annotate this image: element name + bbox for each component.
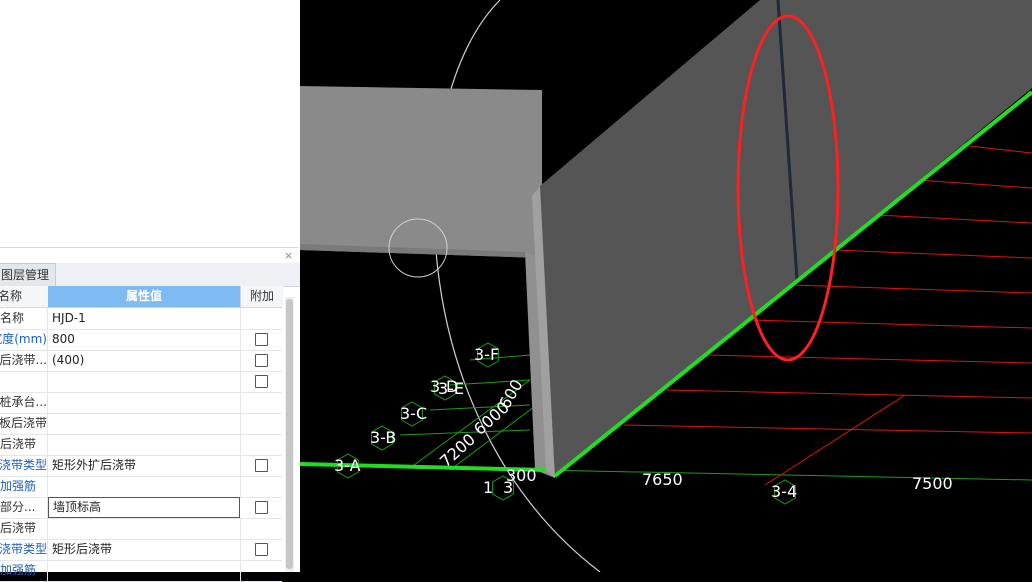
property-name: 板后浇带 bbox=[0, 413, 48, 434]
property-value[interactable] bbox=[48, 413, 241, 434]
property-row[interactable]: 浇带类型 矩形后浇带 bbox=[0, 539, 282, 561]
property-name: 部分... bbox=[0, 497, 48, 518]
property-add-cell bbox=[241, 476, 282, 497]
property-value[interactable] bbox=[48, 434, 241, 455]
property-value[interactable]: 800 bbox=[48, 329, 241, 350]
add-checkbox[interactable] bbox=[255, 375, 268, 388]
slab-left bbox=[300, 86, 542, 258]
grid-header: 名称 属性值 附加 bbox=[0, 286, 283, 308]
panel-separator bbox=[0, 247, 298, 248]
add-checkbox[interactable] bbox=[255, 459, 268, 472]
property-add-cell bbox=[241, 371, 282, 392]
property-add-cell bbox=[241, 308, 282, 329]
property-row[interactable]: 后浇带 bbox=[0, 434, 282, 456]
property-value[interactable] bbox=[48, 371, 241, 392]
property-value[interactable]: 矩形后浇带 bbox=[48, 539, 241, 560]
property-add-cell bbox=[241, 329, 282, 350]
header-add: 附加 bbox=[240, 286, 283, 307]
axis-label-3-c: 3-C bbox=[400, 404, 427, 423]
properties-panel: × 图层管理 名称 属性值 附加 名称HJD-1宽度(mm)800后浇带...(… bbox=[0, 0, 300, 582]
property-add-cell bbox=[241, 392, 282, 413]
3d-viewport[interactable]: 3-F 3-D 3-E 3-C 3-B 3-A 3-4 1 3 7200 600… bbox=[300, 0, 1032, 572]
property-row[interactable]: 后浇带... (400) bbox=[0, 350, 282, 372]
property-add-cell bbox=[241, 413, 282, 434]
scrollbar-thumb[interactable] bbox=[286, 299, 293, 569]
dim-300: 300 bbox=[506, 466, 537, 485]
dim-7650: 7650 bbox=[642, 470, 683, 489]
property-name: 宽度(mm) bbox=[0, 329, 48, 350]
axis-label-3-e: 3-E bbox=[438, 379, 464, 398]
property-name: 后浇带... bbox=[0, 350, 48, 371]
add-checkbox[interactable] bbox=[255, 501, 268, 514]
property-add-cell bbox=[241, 560, 282, 581]
property-name: 加强筋 bbox=[0, 476, 48, 497]
property-row[interactable]: 加强筋 bbox=[0, 476, 282, 498]
property-add-cell bbox=[241, 455, 282, 476]
property-name: 后浇带 bbox=[0, 518, 48, 539]
property-name: 浇带类型 bbox=[0, 455, 48, 476]
property-value[interactable]: 墙顶标高 bbox=[48, 497, 240, 518]
property-row[interactable]: 后浇带 bbox=[0, 518, 282, 540]
close-icon[interactable]: × bbox=[284, 250, 293, 262]
property-name: 桩承台... bbox=[0, 392, 48, 413]
property-name: 后浇带 bbox=[0, 434, 48, 455]
property-value[interactable]: (400) bbox=[48, 350, 241, 371]
property-value[interactable]: HJD-1 bbox=[48, 308, 241, 329]
property-row[interactable]: 名称 HJD-1 bbox=[0, 308, 282, 330]
property-value[interactable] bbox=[48, 476, 241, 497]
tab-layer-management[interactable]: 图层管理 bbox=[0, 263, 57, 286]
axis-label-3-a: 3-A bbox=[334, 456, 361, 475]
property-name: 名称 bbox=[0, 308, 48, 329]
property-add-cell bbox=[241, 497, 282, 518]
property-name: 浇带类型 bbox=[0, 539, 48, 560]
panel-tabbar: 图层管理 bbox=[0, 263, 300, 287]
axis-label-3-b: 3-B bbox=[370, 428, 396, 447]
header-value: 属性值 bbox=[48, 286, 240, 307]
header-name: 名称 bbox=[0, 286, 48, 307]
vertical-scrollbar[interactable] bbox=[285, 297, 294, 572]
dim-7500: 7500 bbox=[912, 474, 953, 493]
property-add-cell bbox=[241, 539, 282, 560]
property-value[interactable]: 矩形外扩后浇带 bbox=[48, 455, 241, 476]
axis-label-3-f: 3-F bbox=[474, 345, 499, 364]
add-checkbox[interactable] bbox=[255, 354, 268, 367]
property-row[interactable] bbox=[0, 371, 282, 393]
property-row[interactable]: 加强筋 bbox=[0, 560, 282, 582]
add-checkbox[interactable] bbox=[255, 333, 268, 346]
property-row[interactable]: 部分... 墙顶标高 bbox=[0, 497, 282, 519]
axis-label-1: 1 bbox=[483, 478, 493, 497]
property-add-cell bbox=[241, 434, 282, 455]
property-name bbox=[0, 371, 48, 392]
property-row[interactable]: 板后浇带 bbox=[0, 413, 282, 435]
property-row[interactable]: 桩承台... bbox=[0, 392, 282, 414]
axis-label-3-4: 3-4 bbox=[771, 482, 797, 501]
scene-canvas[interactable]: 3-F 3-D 3-E 3-C 3-B 3-A 3-4 1 3 7200 600… bbox=[300, 0, 1032, 572]
property-row[interactable]: 宽度(mm)800 bbox=[0, 329, 282, 351]
property-name: 加强筋 bbox=[0, 560, 48, 581]
property-add-cell bbox=[241, 518, 282, 539]
property-add-cell bbox=[241, 350, 282, 371]
property-value[interactable] bbox=[48, 518, 241, 539]
property-value[interactable] bbox=[48, 560, 241, 581]
property-row[interactable]: 浇带类型 矩形外扩后浇带 bbox=[0, 455, 282, 477]
add-checkbox[interactable] bbox=[255, 543, 268, 556]
property-value[interactable] bbox=[48, 392, 241, 413]
